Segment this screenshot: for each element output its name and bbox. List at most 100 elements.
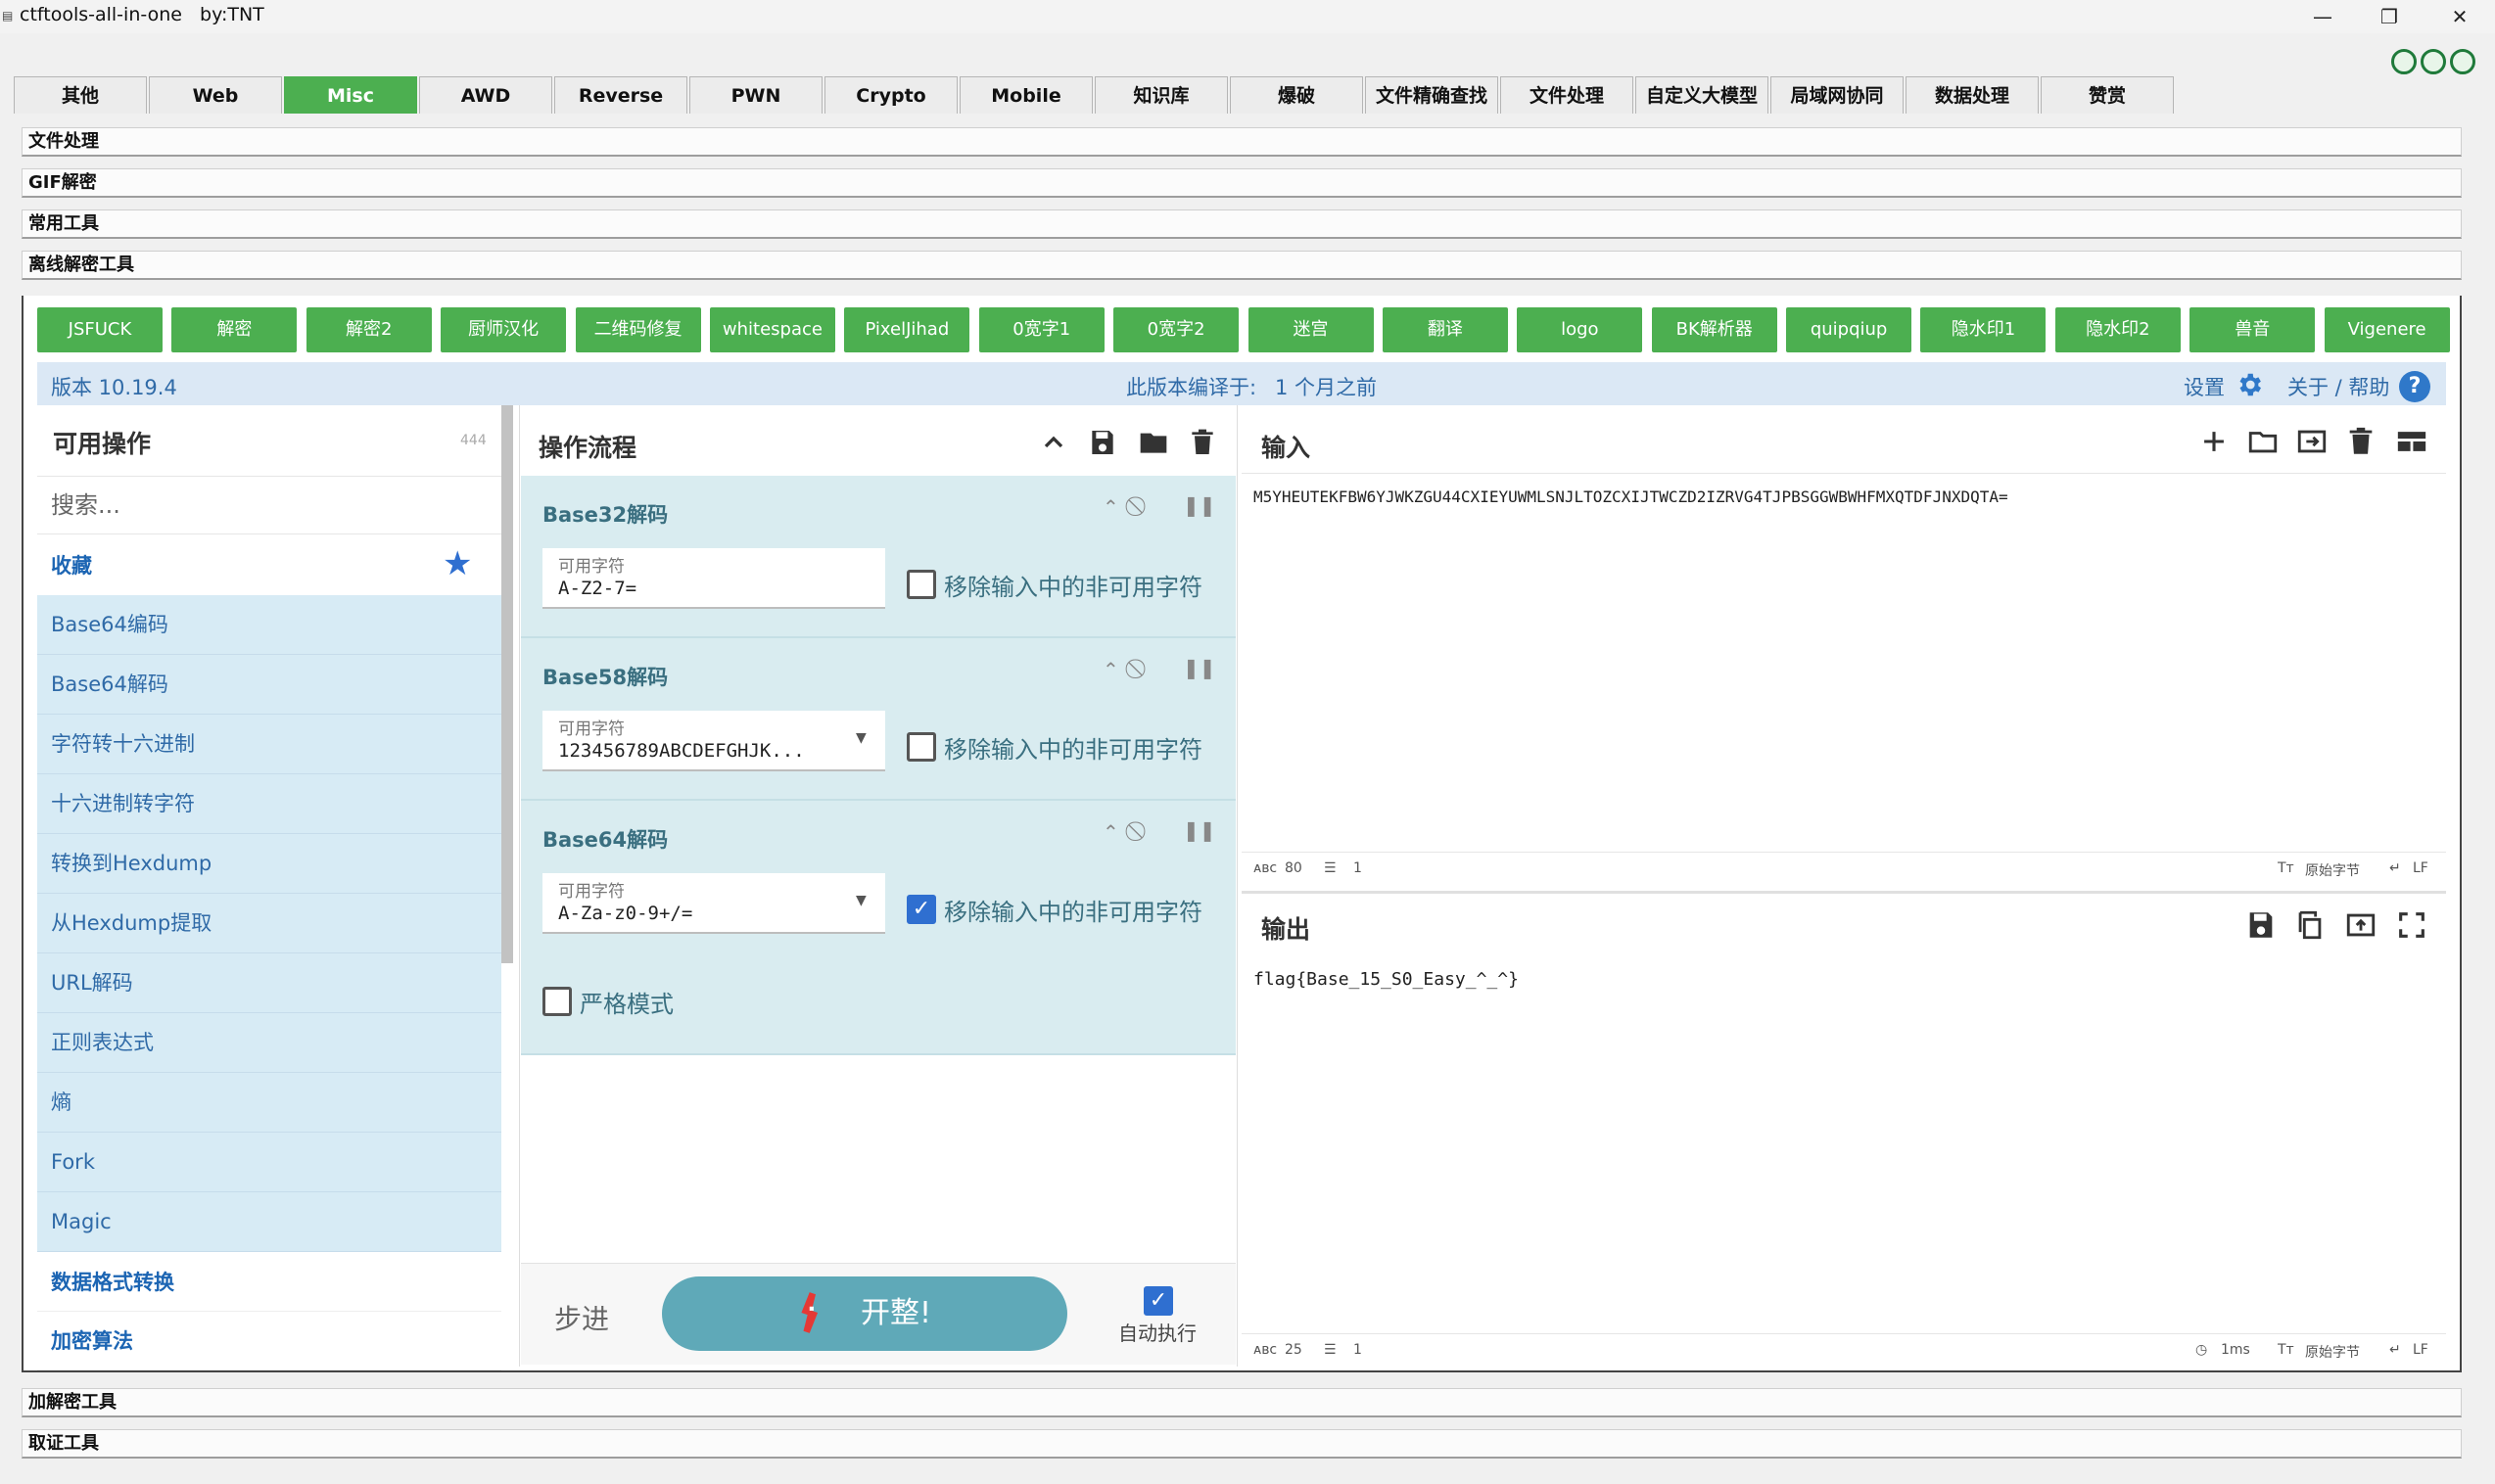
tab-file-processing[interactable]: 文件处理 <box>1500 76 1633 114</box>
tab-misc[interactable]: Misc <box>284 76 417 114</box>
tool-button[interactable]: 兽音 <box>2189 307 2316 352</box>
add-tab-icon[interactable] <box>2197 425 2231 458</box>
clear-input-icon[interactable] <box>2344 425 2377 458</box>
dropdown-arrow-icon[interactable]: ▼ <box>856 893 867 908</box>
pause-icon[interactable]: ❚❚ <box>1183 493 1216 517</box>
dropdown-arrow-icon[interactable]: ▼ <box>856 730 867 746</box>
section-offline-decrypt[interactable]: 离线解密工具 <box>22 251 2462 280</box>
tab-custom-llm[interactable]: 自定义大模型 <box>1635 76 1768 114</box>
tool-button[interactable]: 解密2 <box>306 307 432 352</box>
replace-input-icon[interactable] <box>2344 908 2377 942</box>
minimize-button[interactable]: — <box>2291 0 2354 33</box>
operation-item[interactable]: 字符转十六进制 <box>37 715 501 774</box>
input-eol[interactable]: LF <box>2413 860 2428 876</box>
tool-button[interactable]: BK解析器 <box>1651 307 1777 352</box>
pause-icon[interactable]: ❚❚ <box>1183 656 1216 679</box>
text-encoding-icon[interactable]: Tт <box>2278 860 2294 876</box>
trash-icon[interactable] <box>1187 427 1218 458</box>
operation-item[interactable]: URL解码 <box>37 953 501 1013</box>
strict-mode-checkbox[interactable] <box>542 987 572 1016</box>
tool-button[interactable]: 迷宫 <box>1248 307 1374 352</box>
tab-awd[interactable]: AWD <box>419 76 552 114</box>
tab-file-search[interactable]: 文件精确查找 <box>1365 76 1498 114</box>
operation-item[interactable]: Magic <box>37 1192 501 1252</box>
chevron-up-icon[interactable]: ⌃ <box>1103 658 1119 681</box>
operations-search-input[interactable]: 搜索... <box>37 476 501 534</box>
eol-icon[interactable]: ↵ <box>2389 1342 2401 1358</box>
help-icon[interactable]: ? <box>2399 371 2430 402</box>
output-text[interactable]: flag{Base_15_S0_Easy_^_^} <box>1253 969 1519 990</box>
operation-item[interactable]: 从Hexdump提取 <box>37 894 501 953</box>
operations-scrollbar[interactable] <box>501 405 513 963</box>
operation-item[interactable]: 熵 <box>37 1073 501 1133</box>
tool-button[interactable]: 0宽字2 <box>1113 307 1240 352</box>
theme-switcher[interactable] <box>2391 49 2477 74</box>
section-common-tools[interactable]: 常用工具 <box>22 209 2462 239</box>
operation-item[interactable]: Base64解码 <box>37 655 501 715</box>
section-gif-decrypt[interactable]: GIF解密 <box>22 168 2462 198</box>
operation-item[interactable]: 十六进制转字符 <box>37 774 501 834</box>
chevron-up-icon[interactable]: ⌃ <box>1103 495 1119 519</box>
fullscreen-icon[interactable] <box>2395 908 2428 942</box>
tool-button[interactable]: PixelJihad <box>844 307 970 352</box>
section-file-processing[interactable]: 文件处理 <box>22 127 2462 157</box>
category-favourites[interactable]: 收藏 <box>37 536 501 595</box>
section-encrypt-decrypt-tools[interactable]: 加解密工具 <box>22 1388 2462 1417</box>
theme-dot-icon[interactable] <box>2450 49 2475 74</box>
alphabet-field[interactable]: 可用字符 A-Z2-7= <box>542 548 885 609</box>
alphabet-select[interactable]: 可用字符 A-Za-z0-9+/= ▼ <box>542 873 885 934</box>
tool-button[interactable]: Vigenere <box>2324 307 2450 352</box>
close-button[interactable]: ✕ <box>2428 0 2491 33</box>
operation-item[interactable]: Fork <box>37 1133 501 1192</box>
theme-dot-icon[interactable] <box>2391 49 2417 74</box>
tab-bruteforce[interactable]: 爆破 <box>1230 76 1363 114</box>
settings-link[interactable]: 设置 <box>2184 372 2225 401</box>
remove-non-alphabet-checkbox[interactable] <box>907 732 936 762</box>
about-help-link[interactable]: 关于 / 帮助 <box>2287 372 2389 401</box>
tool-button[interactable]: quipqiup <box>1786 307 1912 352</box>
tool-button[interactable]: 解密 <box>171 307 298 352</box>
remove-non-alphabet-checkbox[interactable]: ✓ <box>907 895 936 924</box>
tab-donate[interactable]: 赞赏 <box>2041 76 2174 114</box>
gear-icon[interactable] <box>2235 370 2264 399</box>
copy-icon[interactable] <box>2293 908 2327 942</box>
tool-button[interactable]: 翻译 <box>1382 307 1508 352</box>
tab-lan-collab[interactable]: 局域网协同 <box>1770 76 1904 114</box>
tool-button[interactable]: 0宽字1 <box>978 307 1105 352</box>
pause-icon[interactable]: ❚❚ <box>1183 818 1216 842</box>
remove-non-alphabet-checkbox[interactable] <box>907 570 936 599</box>
tab-data-processing[interactable]: 数据处理 <box>1906 76 2039 114</box>
open-file-icon[interactable] <box>2295 425 2329 458</box>
step-button[interactable]: 步进 <box>554 1298 609 1337</box>
folder-icon[interactable] <box>1138 427 1169 458</box>
tab-crypto[interactable]: Crypto <box>824 76 958 114</box>
text-encoding-icon[interactable]: Tт <box>2278 1342 2294 1358</box>
collapse-icon[interactable] <box>1038 427 1069 458</box>
tab-pwn[interactable]: PWN <box>689 76 823 114</box>
output-eol[interactable]: LF <box>2413 1342 2428 1358</box>
tab-mobile[interactable]: Mobile <box>960 76 1093 114</box>
tab-knowledge[interactable]: 知识库 <box>1095 76 1228 114</box>
chevron-up-icon[interactable]: ⌃ <box>1103 820 1119 844</box>
open-folder-icon[interactable] <box>2246 425 2280 458</box>
operation-item[interactable]: 正则表达式 <box>37 1013 501 1073</box>
theme-dot-icon[interactable] <box>2421 49 2446 74</box>
save-output-icon[interactable] <box>2244 908 2278 942</box>
tab-other[interactable]: 其他 <box>14 76 147 114</box>
operation-item[interactable]: 转换到Hexdump <box>37 834 501 894</box>
tool-button[interactable]: whitespace <box>709 307 835 352</box>
bake-button[interactable]: 开整! <box>662 1276 1067 1351</box>
tool-button[interactable]: logo <box>1517 307 1643 352</box>
tool-button[interactable]: 厨师汉化 <box>441 307 567 352</box>
section-forensics-tools[interactable]: 取证工具 <box>22 1429 2462 1459</box>
tool-button[interactable]: 隐水印2 <box>2054 307 2181 352</box>
operation-item[interactable]: Base64编码 <box>37 595 501 655</box>
alphabet-select[interactable]: 可用字符 123456789ABCDEFGHJK... ▼ <box>542 711 885 771</box>
tool-button[interactable]: 隐水印1 <box>1920 307 2047 352</box>
category-encryption[interactable]: 加密算法 <box>37 1312 501 1370</box>
layout-icon[interactable] <box>2395 425 2428 458</box>
tab-reverse[interactable]: Reverse <box>554 76 687 114</box>
tool-button[interactable]: JSFUCK <box>37 307 163 352</box>
input-encoding[interactable]: 原始字节 <box>2305 860 2360 880</box>
auto-bake-checkbox[interactable]: ✓ <box>1144 1286 1173 1316</box>
